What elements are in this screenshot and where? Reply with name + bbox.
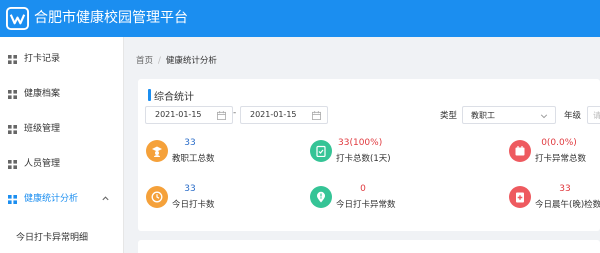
breadcrumb-home[interactable]: 首页 <box>136 56 153 66</box>
start-date-value: 2021-01-15 <box>155 110 202 119</box>
calendar-alert-icon <box>509 140 531 162</box>
end-date-value: 2021-01-15 <box>250 110 297 119</box>
stat-value-today-abnormal: 0 <box>360 184 366 194</box>
chevron-up-icon <box>102 196 109 201</box>
medical-check-icon <box>509 186 531 208</box>
sidebar-item-personnel-management[interactable]: 人员管理 <box>0 148 124 182</box>
sidebar-item-label: 打卡记录 <box>24 54 61 64</box>
grid-icon <box>8 55 17 64</box>
stat-value-total-abnormal: 0(0.0%) <box>541 138 577 148</box>
stat-label-total-staff: 教职工总数 <box>172 154 215 164</box>
sidebar-subitem-label: 今日打卡异常明细 <box>16 233 89 243</box>
second-card <box>138 240 600 253</box>
grid-icon <box>8 195 17 204</box>
stat-value-total-staff: 33 <box>184 138 196 148</box>
stat-value-today-health-checks: 33 <box>559 184 571 194</box>
start-date-picker[interactable]: 2021-01-15 <box>145 106 233 124</box>
stat-label-total-checkins: 打卡总数(1天) <box>336 154 391 164</box>
breadcrumb-separator: / <box>158 56 161 66</box>
section-accent-bar <box>148 89 151 101</box>
stat-value-today-checkins: 33 <box>184 184 196 194</box>
sidebar-item-health-records[interactable]: 健康档案 <box>0 78 124 112</box>
stat-label-total-abnormal: 打卡异常总数 <box>535 154 587 164</box>
breadcrumb-current: 健康统计分析 <box>165 56 217 66</box>
grid-icon <box>8 125 17 134</box>
grid-icon <box>8 90 17 99</box>
grid-icon <box>8 160 17 169</box>
grade-label: 年级 <box>564 111 582 121</box>
type-select-value: 教职工 <box>471 111 495 120</box>
date-range-separator: - <box>233 108 237 118</box>
type-select[interactable]: 教职工 <box>462 106 556 124</box>
grade-select[interactable]: 请 <box>587 106 600 124</box>
stat-label-today-health-checks: 今日晨午(晚)检数 <box>535 200 600 210</box>
sidebar-item-label: 人员管理 <box>24 159 61 169</box>
clock-icon <box>146 186 168 208</box>
teacher-icon <box>146 140 168 162</box>
sidebar-item-label: 班级管理 <box>24 124 61 134</box>
chevron-down-icon <box>540 114 548 119</box>
stat-label-today-checkins: 今日打卡数 <box>172 200 215 210</box>
clipboard-check-icon <box>310 140 332 162</box>
sidebar: 打卡记录 健康档案 班级管理 人员管理 健康统计分析 今日打卡异常明细 <box>0 37 124 253</box>
breadcrumb: 首页 / 健康统计分析 <box>136 54 217 66</box>
sidebar-subitem-abnormal-details[interactable]: 今日打卡异常明细 <box>0 221 124 251</box>
sidebar-item-label: 健康统计分析 <box>24 194 79 204</box>
location-alert-icon <box>310 186 332 208</box>
calendar-icon <box>312 111 321 120</box>
grade-select-placeholder: 请 <box>593 111 600 120</box>
top-bar: 合肥市健康校园管理平台 <box>0 0 600 37</box>
sidebar-item-class-management[interactable]: 班级管理 <box>0 113 124 147</box>
calendar-icon <box>217 111 226 120</box>
sidebar-item-checkin-records[interactable]: 打卡记录 <box>0 43 124 77</box>
section-title: 综合统计 <box>154 92 194 103</box>
app-title: 合肥市健康校园管理平台 <box>34 10 188 26</box>
stat-value-total-checkins: 33(100%) <box>338 138 383 148</box>
sidebar-item-health-statistics[interactable]: 健康统计分析 <box>0 183 124 217</box>
sidebar-item-label: 健康档案 <box>24 89 61 99</box>
logo-icon <box>6 7 29 30</box>
stat-label-today-abnormal: 今日打卡异常数 <box>336 200 396 210</box>
type-label: 类型 <box>440 111 458 121</box>
end-date-picker[interactable]: 2021-01-15 <box>240 106 328 124</box>
